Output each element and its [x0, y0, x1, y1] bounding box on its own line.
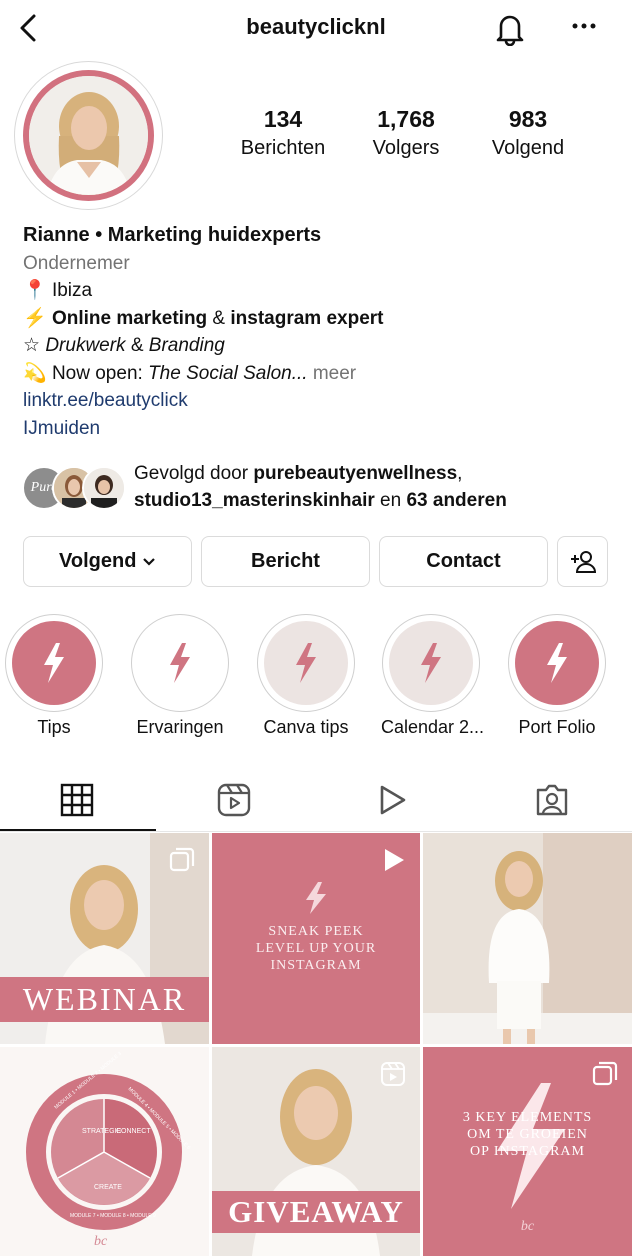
message-button[interactable]: Bericht: [201, 536, 370, 587]
svg-text:CONNECT: CONNECT: [116, 1128, 151, 1135]
followers-label: Volgers: [372, 137, 440, 159]
location-link[interactable]: IJmuiden: [23, 415, 613, 443]
tagged-icon[interactable]: [534, 782, 570, 818]
post-giveaway[interactable]: GIVEAWAY: [212, 1047, 420, 1256]
posts-label: Berichten: [240, 137, 326, 159]
lightning-icon: [547, 643, 567, 683]
followers-count[interactable]: 1,768 Volgers: [346, 106, 466, 160]
carousel-icon: [169, 847, 195, 872]
highlight-tips[interactable]: Tips: [4, 614, 104, 738]
pin-icon: 📍: [23, 280, 47, 301]
reels-icon: [381, 1062, 405, 1086]
post-title: WEBINAR: [22, 981, 187, 1017]
follower-avatar: [82, 466, 126, 510]
top-bar: beautyclicknl: [0, 0, 632, 58]
post-text: 3 KEY ELEMENTS OM TE GROEIEN OP INSTAGRAM: [462, 1110, 593, 1159]
post-key-elements[interactable]: 3 KEY ELEMENTS OM TE GROEIEN OP INSTAGRAM …: [423, 1047, 632, 1256]
contact-button[interactable]: Contact: [379, 536, 548, 587]
add-user-button[interactable]: [557, 536, 608, 587]
signature: bc: [520, 1219, 535, 1234]
profile-username: beautyclicknl: [246, 14, 386, 39]
svg-text:bc: bc: [94, 1234, 108, 1249]
highlight-portfolio[interactable]: Port Folio: [507, 614, 607, 738]
profile-bio: Rianne • Marketing huidexperts Onderneme…: [23, 222, 613, 442]
post-webinar[interactable]: WEBINAR: [0, 833, 209, 1044]
bio-line-services: ⚡ Online marketing & instagram expert: [23, 307, 384, 329]
posts-value: 134: [263, 106, 303, 132]
wheel-graphic: STRATEGIE CONNECT CREATE MODULE 1 • MODU…: [26, 1051, 192, 1249]
following-count[interactable]: 983 Volgend: [468, 106, 588, 160]
posts-count[interactable]: 134 Berichten: [223, 106, 343, 160]
highlight-canva-tips[interactable]: Canva tips: [256, 614, 356, 738]
lightning-icon: [296, 643, 316, 683]
lightning-icon: [306, 882, 326, 914]
chevron-down-icon: [143, 557, 155, 566]
more-link[interactable]: meer: [308, 363, 356, 384]
post-course-wheel[interactable]: STRATEGIE CONNECT CREATE MODULE 1 • MODU…: [0, 1047, 209, 1256]
profile-avatar[interactable]: [14, 61, 163, 210]
profile-tabs: [0, 770, 632, 832]
followers-value: 1,768: [377, 106, 435, 132]
bio-line-location: 📍 Ibiza: [23, 280, 93, 301]
post-sneak-peek[interactable]: SNEAK PEEK LEVEL UP YOUR INSTAGRAM: [212, 833, 420, 1044]
post-title: GIVEAWAY: [228, 1194, 404, 1229]
bell-icon[interactable]: [492, 10, 528, 46]
highlight-calendar[interactable]: Calendar 2...: [381, 614, 484, 738]
play-icon: [385, 849, 404, 871]
avatar-photo: [23, 70, 154, 201]
reels-icon[interactable]: [216, 782, 252, 818]
carousel-icon: [592, 1061, 618, 1086]
dizzy-star-icon: 💫: [23, 362, 47, 384]
bio-link[interactable]: linktr.ee/beautyclick: [23, 387, 613, 415]
tab-divider: [0, 831, 632, 832]
followed-by-text: Gevolgd door purebeautyenwellness, studio…: [134, 463, 507, 511]
more-options-icon[interactable]: [570, 16, 598, 36]
svg-text:CREATE: CREATE: [94, 1184, 122, 1191]
following-value: 983: [508, 106, 548, 132]
following-label: Volgend: [491, 137, 565, 159]
bio-line-open: 💫 Now open: The Social Salon... meer: [23, 362, 357, 384]
post-photo: [423, 833, 632, 1044]
lightning-icon: [44, 643, 64, 683]
post-photo-3[interactable]: [423, 833, 632, 1044]
lightning-icon: [170, 643, 190, 683]
lightning-icon: ⚡: [23, 307, 47, 329]
followed-by[interactable]: Pure Gevolgd door purebeautyenwellness, s…: [22, 460, 622, 520]
grid-icon[interactable]: [59, 782, 95, 818]
display-name: Rianne • Marketing huidexperts: [23, 224, 322, 246]
star-icon: ☆: [23, 335, 41, 356]
lightning-icon: [421, 643, 441, 683]
add-user-icon: [570, 551, 596, 573]
svg-text:MODULE 7 • MODULE 8 • MODULE 9: MODULE 7 • MODULE 8 • MODULE 9: [70, 1213, 156, 1219]
category-label: Ondernemer: [23, 252, 130, 274]
following-button[interactable]: Volgend: [23, 536, 192, 587]
bio-line-print: ☆ Drukwerk & Branding: [23, 335, 225, 356]
post-text: SNEAK PEEK LEVEL UP YOUR INSTAGRAM: [255, 924, 377, 973]
highlight-ervaringen[interactable]: Ervaringen: [130, 614, 230, 738]
video-play-icon[interactable]: [374, 782, 410, 818]
